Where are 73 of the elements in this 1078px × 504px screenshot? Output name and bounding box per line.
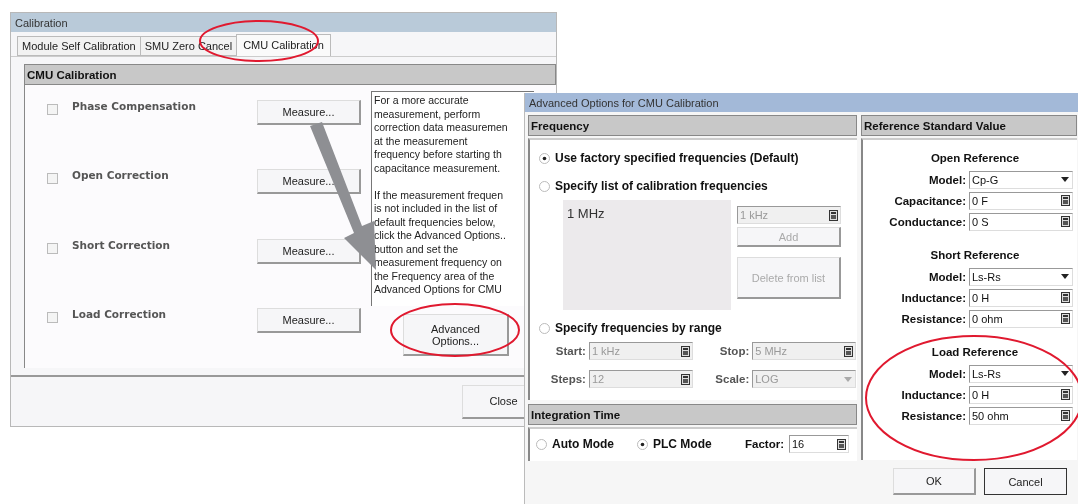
field-label: Stop: (718, 345, 750, 357)
field-label: Start: (554, 345, 586, 357)
field-label: Resistance: (901, 409, 966, 422)
field-label: Resistance: (901, 312, 966, 325)
field-label: Model: (928, 270, 966, 283)
cancel-button[interactable]: Cancel (984, 468, 1067, 495)
calculator-icon[interactable] (1061, 389, 1070, 400)
calculator-icon[interactable] (1061, 195, 1070, 206)
item-label: Phase Compensation (72, 100, 197, 112)
field-label: Capacitance: (894, 194, 966, 207)
input-field[interactable]: 50 ohm (969, 406, 1073, 425)
list-item[interactable]: 1 MHz (563, 200, 731, 221)
ok-button[interactable]: OK (893, 468, 976, 495)
calculator-icon[interactable] (1061, 292, 1070, 303)
calculator-icon[interactable] (844, 345, 854, 357)
input-field[interactable]: 0 H (969, 385, 1073, 404)
field-label: Scale: (714, 373, 750, 385)
input-field[interactable]: 0 ohm (969, 309, 1073, 328)
radio-label: Auto Mode (552, 437, 614, 451)
field-label: Conductance: (889, 215, 966, 228)
calculator-icon[interactable] (837, 438, 846, 450)
caret-icon[interactable] (1061, 274, 1069, 279)
checkbox[interactable] (47, 173, 58, 185)
measure-button[interactable]: Measure... (257, 238, 361, 264)
field-label: Inductance: (901, 291, 966, 304)
radio-button[interactable] (536, 438, 547, 450)
calculator-icon[interactable] (829, 209, 838, 221)
section-title: Short Reference (929, 249, 1021, 261)
window-title: Calibration (15, 16, 68, 29)
radio-button[interactable] (539, 322, 550, 334)
radio-label: Specify list of calibration frequencies (555, 179, 768, 193)
advanced-options-button[interactable]: Advanced Options... (403, 314, 509, 356)
section-header: Integration Time (528, 404, 857, 425)
measure-button[interactable]: Measure... (257, 307, 361, 333)
radio-label: Use factory specified frequencies (Default) (555, 151, 799, 165)
calculator-icon[interactable] (1061, 313, 1070, 324)
section-title: Load Reference (930, 346, 1020, 358)
dropdown[interactable]: Ls-Rs (969, 364, 1073, 383)
field-label: Factor: (745, 438, 784, 450)
checkbox[interactable] (47, 104, 58, 115)
frequency-list[interactable]: 1 MHz (563, 200, 731, 310)
dropdown[interactable]: Ls-Rs (969, 267, 1073, 286)
input-field[interactable]: 0 F (969, 191, 1073, 210)
input-field[interactable]: 0 H (969, 288, 1073, 307)
caret-icon[interactable] (1061, 371, 1069, 376)
radio-label: PLC Mode (653, 437, 712, 451)
calculator-icon[interactable] (1061, 216, 1070, 227)
checkbox[interactable] (47, 242, 58, 254)
section-title: Open Reference (929, 152, 1021, 164)
field-label: Model: (928, 173, 966, 186)
dropdown[interactable]: Cp-G (969, 170, 1073, 189)
field-label: Steps: (550, 373, 586, 385)
input-field[interactable]: 0 S (969, 212, 1073, 231)
calculator-icon[interactable] (680, 345, 690, 357)
section-header: CMU Calibration (24, 64, 556, 85)
item-label: Load Correction (72, 307, 168, 320)
radio-button[interactable] (637, 438, 648, 450)
radio-button[interactable] (539, 180, 550, 192)
section-header: Reference Standard Value (861, 115, 1077, 136)
caret-icon[interactable] (1061, 177, 1069, 182)
checkbox[interactable] (47, 311, 58, 323)
radio-button[interactable] (539, 152, 550, 164)
calculator-icon[interactable] (680, 373, 690, 385)
calculator-icon[interactable] (1061, 410, 1070, 421)
field-label: Inductance: (901, 388, 966, 401)
section-header: Frequency (528, 115, 857, 136)
measure-button[interactable]: Measure... (257, 100, 361, 125)
radio-label: Specify frequencies by range (555, 321, 722, 335)
tab[interactable]: Module Self Calibration (17, 36, 141, 56)
field-label: Model: (928, 367, 966, 380)
item-label: Open Correction (72, 169, 170, 182)
item-label: Short Correction (72, 238, 172, 251)
dialog-title: Advanced Options for CMU Calibration (529, 96, 719, 109)
